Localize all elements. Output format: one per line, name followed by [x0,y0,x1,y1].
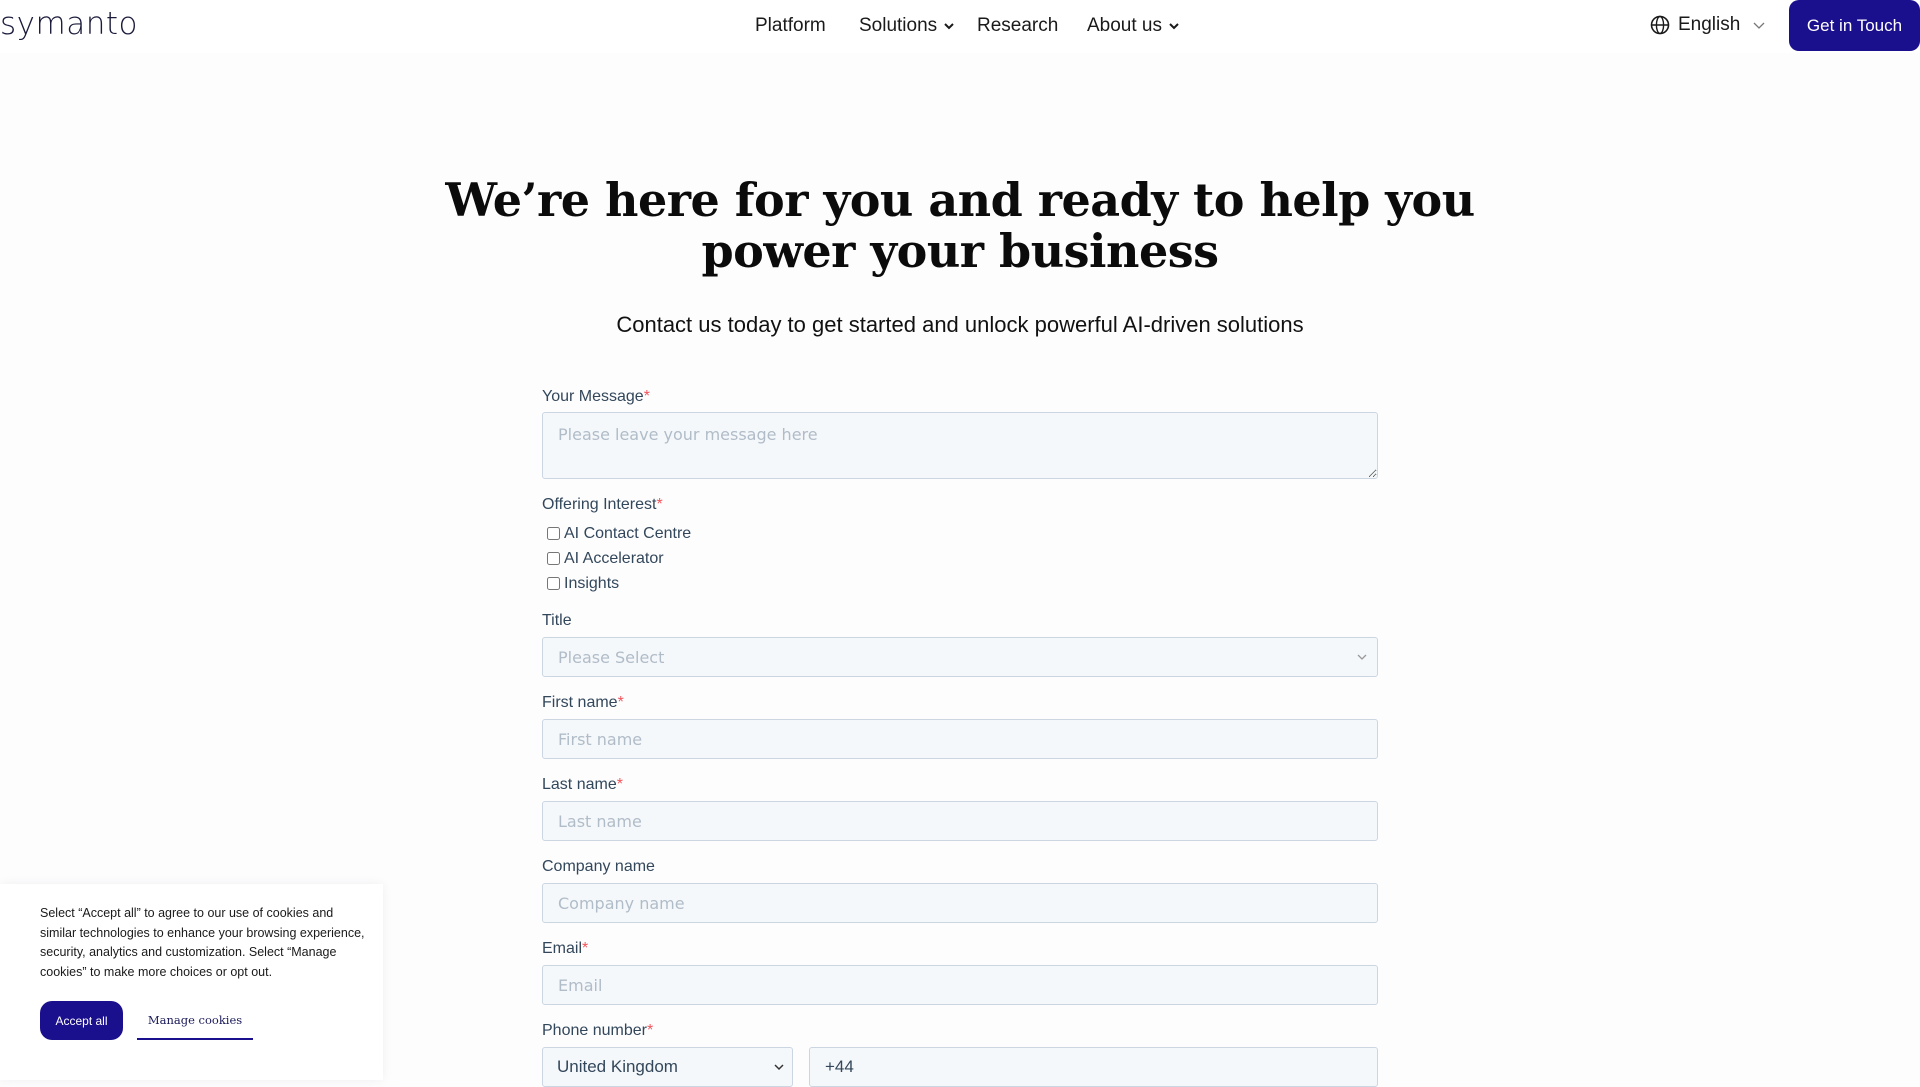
nav-label: About us [1087,15,1162,36]
checkbox[interactable] [547,577,560,590]
company-name-label: Company name [542,858,655,875]
first-name-label: First name* [542,694,624,712]
message-label: Your Message* [542,388,650,406]
title-select[interactable]: Please Select [542,637,1378,677]
required-marker: * [643,388,650,405]
chevron-down-icon [1169,23,1179,30]
checkbox[interactable] [547,527,560,540]
nav-item-about-us[interactable]: About us [1087,14,1180,38]
option-label: AI Contact Centre [564,524,692,542]
message-textarea[interactable] [542,412,1378,479]
nav-label: Research [977,15,1059,36]
offering-interest-label: Offering Interest* [542,496,663,514]
nav-item-solutions[interactable]: Solutions [859,14,955,38]
language-selector[interactable]: English [1650,14,1766,36]
required-marker: * [582,940,589,957]
first-name-input[interactable] [542,719,1378,759]
page-title: We’re here for you and ready to help you… [0,175,1920,277]
manage-cookies-button[interactable]: Manage cookies [137,1001,253,1040]
symanto-logo[interactable]: symanto [0,4,138,44]
site-header: symanto Platform Solutions Research Abou… [0,0,1920,53]
option-label: AI Accelerator [564,549,664,567]
get-in-touch-button[interactable]: Get in Touch [1789,0,1920,51]
checkbox[interactable] [547,552,560,565]
accept-all-cookies-button[interactable]: Accept all [40,1001,123,1040]
cookie-banner-text: Select “Accept all” to agree to our use … [40,906,365,979]
language-label: English [1678,14,1741,35]
offering-option-insights[interactable]: Insights [547,571,691,596]
nav-item-platform[interactable]: Platform [755,14,826,38]
required-marker: * [617,694,624,711]
required-marker: * [646,1022,654,1039]
email-label: Email* [542,940,588,958]
phone-number-label-text: Phone number [542,1022,647,1039]
page-subtitle: Contact us today to get started and unlo… [616,312,1304,337]
first-name-label-text: First name [542,694,618,711]
last-name-label-text: Last name [542,776,617,793]
email-label-text: Email [542,940,583,957]
phone-country-select[interactable]: United Kingdom [542,1047,793,1087]
nav-label: Platform [755,15,826,36]
phone-code-value: +44 [825,1057,854,1076]
required-marker: * [616,776,623,793]
last-name-input[interactable] [542,801,1378,841]
globe-icon [1650,15,1670,35]
title-select-value: Please Select [558,647,665,667]
phone-number-input[interactable]: +44 [809,1047,1378,1087]
cookie-banner: Select “Accept all” to agree to our use … [0,884,383,1080]
phone-number-label: Phone number* [542,1022,653,1040]
offering-interest-label-text: Offering Interest [542,496,657,513]
chevron-down-icon [1753,22,1765,29]
nav-item-research[interactable]: Research [977,14,1058,38]
page-title-line-2: power your business [701,224,1219,278]
message-label-text: Your Message [542,388,644,405]
chevron-down-icon [774,1064,784,1071]
chevron-down-icon [944,23,954,30]
offering-interest-options: AI Contact Centre AI Accelerator Insight… [547,521,691,596]
nav-label: Solutions [859,15,938,36]
title-label: Title [542,612,572,629]
offering-option-ai-contact-centre[interactable]: AI Contact Centre [547,521,691,546]
last-name-label: Last name* [542,776,623,794]
page-title-line-1: We’re here for you and ready to help you [445,173,1475,227]
phone-country-value: United Kingdom [557,1057,678,1076]
chevron-down-icon [1357,654,1367,660]
offering-option-ai-accelerator[interactable]: AI Accelerator [547,546,691,571]
option-label: Insights [564,574,620,592]
required-marker: * [656,496,663,513]
email-input[interactable] [542,965,1378,1005]
company-name-input[interactable] [542,883,1378,923]
